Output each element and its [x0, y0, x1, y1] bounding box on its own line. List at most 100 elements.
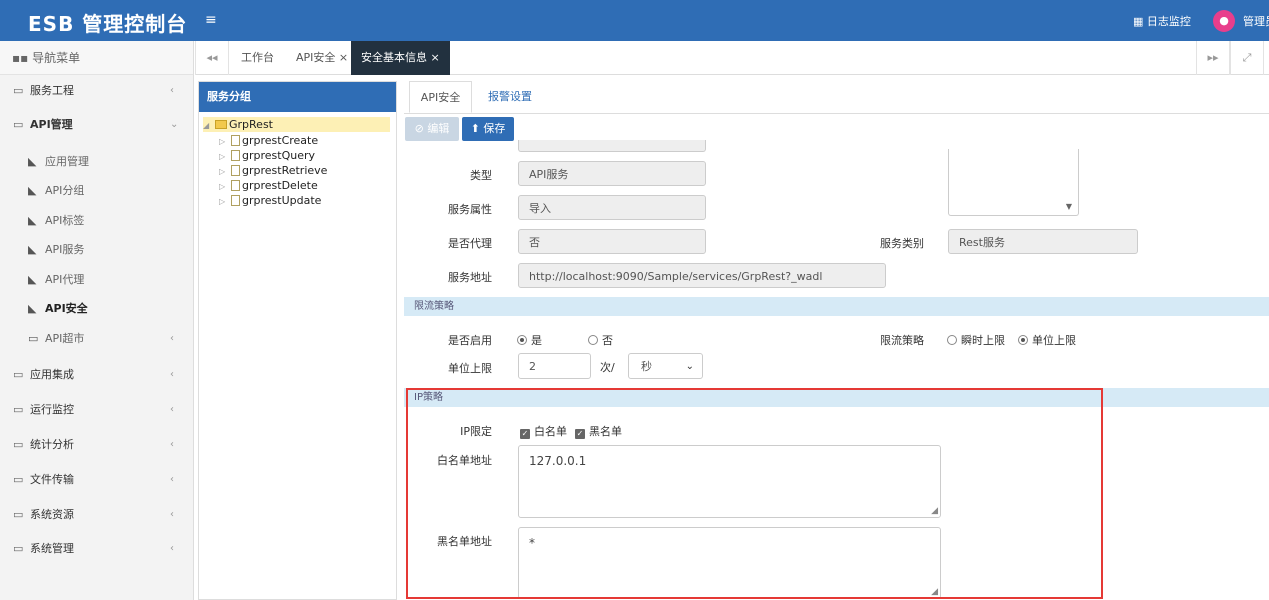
rate-unit-radio[interactable]: 单位上限: [1018, 332, 1076, 348]
unit-limit-input[interactable]: 2: [518, 353, 591, 379]
sidebar-item-app-management[interactable]: ◣ 应用管理: [0, 147, 194, 177]
leaf-icon: ◣: [28, 302, 37, 315]
type-field: API服务: [518, 161, 706, 186]
tab-api-security[interactable]: API安全 ×: [296, 41, 348, 75]
service-category-label: 服务类别: [880, 237, 924, 250]
period-select[interactable]: 秒 ⌄: [628, 353, 703, 379]
service-category-field: Rest服务: [948, 229, 1138, 254]
whitelist-address-textarea[interactable]: 127.0.0.1 ◢: [518, 445, 941, 518]
folder-icon: ▭: [13, 508, 24, 521]
service-group-tree: 服务分组 ◢ GrpRest ▷ grprestCreate ▷ grprestQue…: [198, 81, 397, 600]
sidebar-title: 导航菜单: [32, 51, 81, 65]
radio-checked-icon: [1018, 335, 1028, 345]
tree-node[interactable]: ▷ grprestCreate: [219, 133, 318, 148]
expand-icon[interactable]: ▷: [219, 149, 229, 164]
tab-bar: ◂◂ 工作台 API安全 × 安全基本信息 × ▸▸ ⤢: [195, 41, 1269, 75]
resize-grip-icon[interactable]: ◢: [931, 506, 938, 516]
tab-alarm-settings[interactable]: 报警设置: [488, 81, 532, 113]
tab-workbench[interactable]: 工作台: [241, 41, 274, 75]
sidebar-item-system-management[interactable]: ▭ 系统管理 ‹: [0, 534, 194, 564]
per-label: 次/: [600, 361, 615, 374]
sidebar-item-api-service[interactable]: ◣ API服务: [0, 235, 194, 265]
clipped-select-box[interactable]: ▼: [948, 149, 1079, 216]
tree-title: 服务分组: [199, 82, 396, 112]
leaf-icon: ◣: [28, 243, 37, 256]
sidebar-item-api-management[interactable]: ▭ API管理 ⌄: [0, 110, 194, 140]
leaf-icon: ◣: [28, 184, 37, 197]
proxy-field: 否: [518, 229, 706, 254]
avatar[interactable]: ●: [1213, 10, 1235, 32]
unit-limit-label: 单位上限: [448, 362, 492, 375]
chevron-down-icon: ⌄: [685, 361, 694, 372]
chevron-left-icon: ‹: [170, 509, 174, 520]
tree-node[interactable]: ▷ grprestDelete: [219, 178, 318, 193]
tree-node[interactable]: ▷ grprestRetrieve: [219, 163, 327, 178]
admin-name[interactable]: 管理员: [1243, 13, 1269, 29]
chevron-left-icon: ‹: [170, 439, 174, 450]
sidebar-item-api-proxy[interactable]: ◣ API代理: [0, 265, 194, 295]
service-address-field: http://localhost:9090/Sample/services/Gr…: [518, 263, 886, 288]
chevron-left-icon: ‹: [170, 85, 174, 96]
clipped-field: [518, 140, 706, 152]
log-monitor-link[interactable]: ▦ 日志监控: [1133, 13, 1191, 29]
blacklist-checkbox[interactable]: ✓ 黑名单: [575, 423, 622, 439]
sidebar-item-api-security[interactable]: ◣ API安全: [0, 294, 194, 324]
sidebar-item-service-project[interactable]: ▭ 服务工程 ‹: [0, 76, 194, 106]
tree-node[interactable]: ▷ grprestUpdate: [219, 193, 321, 208]
file-icon: [231, 135, 240, 146]
chevron-left-icon: ‹: [170, 474, 174, 485]
tab-scroll-left-icon[interactable]: ◂◂: [195, 41, 229, 75]
folder-icon: ▭: [13, 118, 24, 131]
radio-unchecked-icon: [588, 335, 598, 345]
blacklist-address-textarea[interactable]: * ◢: [518, 527, 941, 599]
whitelist-address-label: 白名单地址: [437, 454, 492, 467]
ip-policy-section-header: IP策略: [404, 388, 1269, 407]
sidebar-item-file-transfer[interactable]: ▭ 文件传输 ‹: [0, 465, 194, 495]
rate-instant-radio[interactable]: 瞬时上限: [947, 332, 1005, 348]
expand-icon[interactable]: ▷: [219, 179, 229, 194]
fullscreen-icon[interactable]: ⤢: [1230, 41, 1264, 75]
sidebar-item-api-market[interactable]: ▭ API超市 ‹: [0, 324, 194, 354]
proxy-label: 是否代理: [448, 237, 492, 250]
tab-scroll-right-icon[interactable]: ▸▸: [1196, 41, 1230, 75]
sidebar-item-system-resource[interactable]: ▭ 系统资源 ‹: [0, 500, 194, 530]
expand-icon[interactable]: ◢: [203, 118, 213, 133]
menu-toggle-icon[interactable]: ≡: [205, 12, 217, 28]
whitelist-checkbox[interactable]: ✓ 白名单: [520, 423, 567, 439]
rate-enable-yes-radio[interactable]: 是: [517, 332, 542, 348]
folder-icon: ▭: [13, 403, 24, 416]
resize-grip-icon[interactable]: ◢: [931, 587, 938, 597]
sidebar: ▪▪ 导航菜单 ▭ 服务工程 ‹ ▭ API管理 ⌄ ◣ 应用管理 ◣ API分组 ◣ API…: [0, 41, 194, 600]
sidebar-item-statistics[interactable]: ▭ 统计分析 ‹: [0, 430, 194, 460]
leaf-icon: ◣: [28, 214, 37, 227]
tree-node[interactable]: ▷ grprestQuery: [219, 148, 315, 163]
service-attr-label: 服务属性: [448, 203, 492, 216]
tab-security-info[interactable]: 安全基本信息 ×: [351, 41, 450, 75]
expand-icon[interactable]: ▷: [219, 164, 229, 179]
sidebar-item-app-integration[interactable]: ▭ 应用集成 ‹: [0, 360, 194, 390]
file-icon: [231, 195, 240, 206]
folder-icon: ▭: [13, 438, 24, 451]
sidebar-item-runtime-monitor[interactable]: ▭ 运行监控 ‹: [0, 395, 194, 425]
folder-open-icon: [215, 120, 227, 129]
folder-icon: ▭: [13, 84, 24, 97]
save-button[interactable]: ⬆ 保存: [462, 117, 514, 141]
tab-api-security-form[interactable]: API安全: [409, 81, 472, 113]
folder-icon: ▭: [28, 332, 39, 345]
file-icon: [231, 165, 240, 176]
rate-enable-label: 是否启用: [448, 334, 492, 347]
sidebar-item-api-tag[interactable]: ◣ API标签: [0, 206, 194, 236]
folder-icon: ▭: [13, 473, 24, 486]
leaf-icon: ◣: [28, 155, 37, 168]
checkbox-checked-icon: ✓: [520, 429, 530, 439]
rate-enable-no-radio[interactable]: 否: [588, 332, 613, 348]
chevron-left-icon: ‹: [170, 404, 174, 415]
tree-node-root[interactable]: ◢ GrpRest: [203, 117, 390, 132]
chevron-down-icon: ⌄: [170, 119, 179, 130]
edit-button[interactable]: ⊘ 编辑: [405, 117, 459, 141]
expand-icon[interactable]: ▷: [219, 134, 229, 149]
radio-unchecked-icon: [947, 335, 957, 345]
expand-icon[interactable]: ▷: [219, 194, 229, 209]
sidebar-item-api-group[interactable]: ◣ API分组: [0, 176, 194, 206]
grid-icon: ▪▪: [12, 51, 33, 65]
